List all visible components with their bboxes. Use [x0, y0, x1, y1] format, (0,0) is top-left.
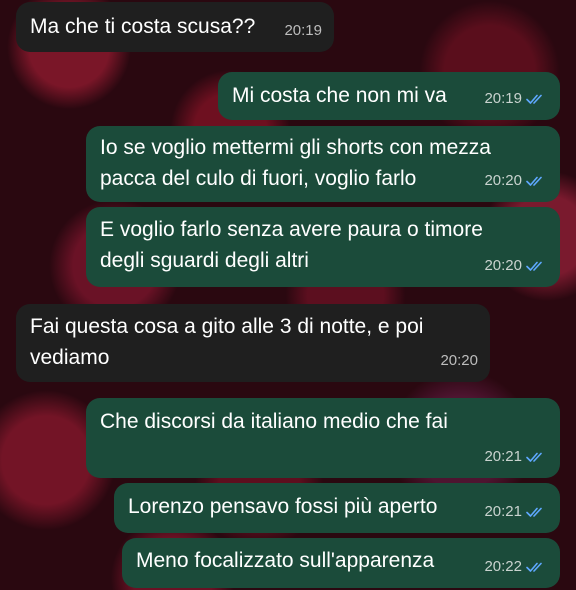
message-timestamp: 20:19 — [484, 83, 548, 114]
message-text: Lorenzo pensavo fossi più aperto — [128, 495, 438, 518]
message-timestamp: 20:20 — [440, 352, 478, 369]
double-check-icon — [526, 507, 542, 517]
message-timestamp: 20:21 — [484, 496, 548, 527]
double-check-icon — [526, 452, 542, 462]
message-timestamp: 20:19 — [284, 22, 322, 39]
double-check-icon — [526, 261, 542, 271]
message-text: Che discorsi da italiano medio che fai — [100, 410, 448, 433]
message-bubble-outgoing[interactable]: Che discorsi da italiano medio che fai 2… — [86, 398, 560, 478]
message-timestamp: 20:20 — [484, 250, 548, 281]
double-check-icon — [526, 94, 542, 104]
message-bubble-outgoing[interactable]: Mi costa che non mi va 20:19 — [218, 72, 560, 120]
message-text: Meno focalizzato sull'apparenza — [136, 549, 435, 572]
message-timestamp: 20:21 — [484, 441, 548, 472]
message-text: Io se voglio mettermi gli shorts con mez… — [100, 136, 491, 190]
message-timestamp: 20:22 — [484, 551, 548, 582]
double-check-icon — [526, 176, 542, 186]
message-bubble-outgoing[interactable]: Io se voglio mettermi gli shorts con mez… — [86, 126, 560, 202]
message-bubble-outgoing[interactable]: Meno focalizzato sull'apparenza 20:22 — [122, 538, 560, 588]
message-timestamp: 20:20 — [484, 165, 548, 196]
double-check-icon — [526, 562, 542, 572]
message-text: Fai questa cosa a gito alle 3 di notte, … — [30, 315, 424, 369]
message-bubble-incoming[interactable]: Ma che ti costa scusa?? 20:19 — [16, 2, 334, 52]
message-bubble-outgoing[interactable]: Lorenzo pensavo fossi più aperto 20:21 — [114, 483, 560, 533]
message-text: Mi costa che non mi va — [232, 84, 447, 107]
message-bubble-incoming[interactable]: Fai questa cosa a gito alle 3 di notte, … — [16, 304, 490, 382]
message-bubble-outgoing[interactable]: E voglio farlo senza avere paura o timor… — [86, 207, 560, 287]
message-text: Ma che ti costa scusa?? — [30, 15, 256, 38]
message-text: E voglio farlo senza avere paura o timor… — [100, 218, 483, 272]
